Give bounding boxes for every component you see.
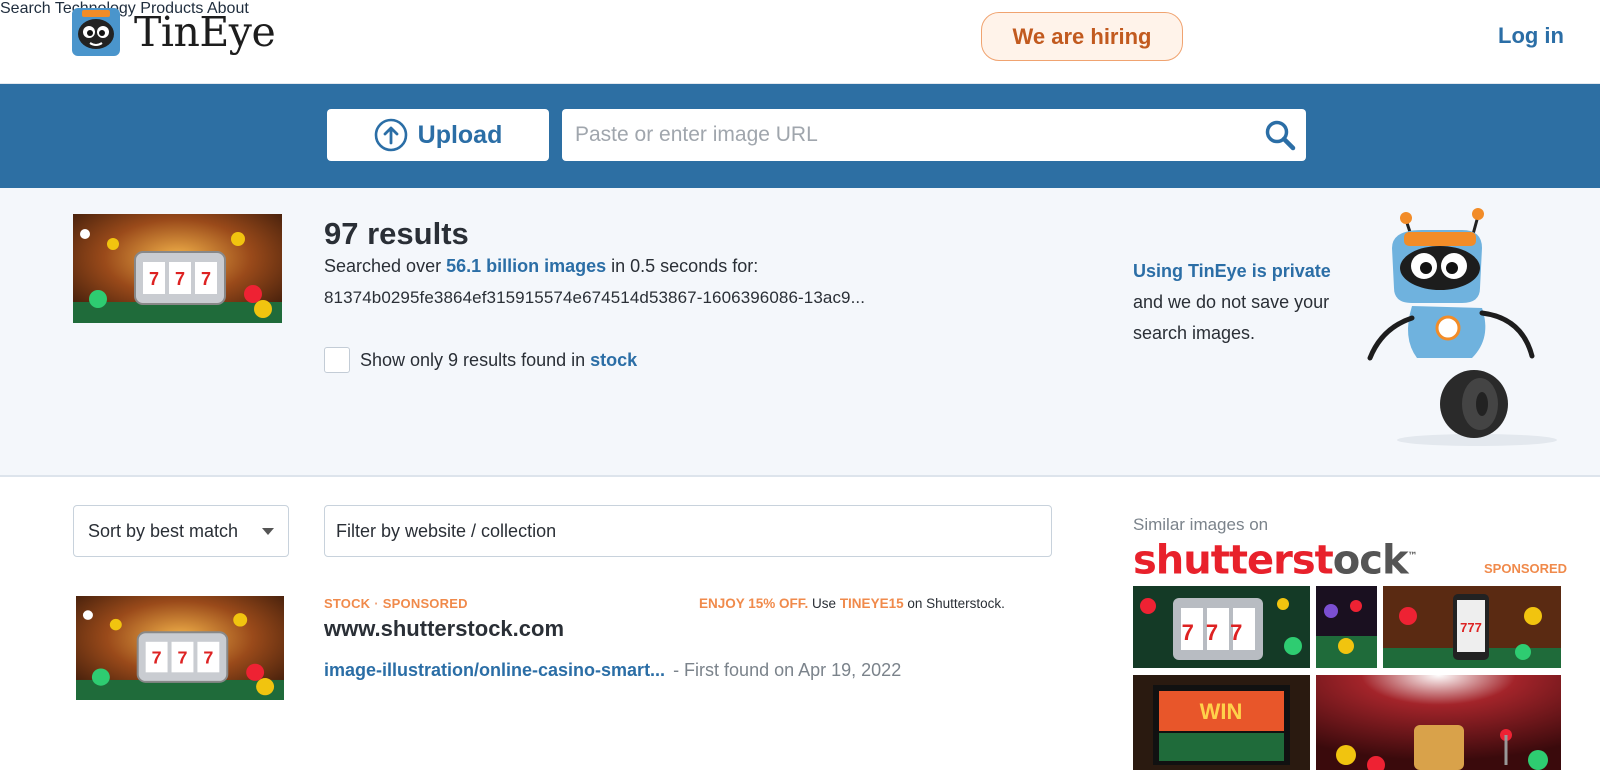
results-summary-panel: 7 7 7 97 results Searched over 56.1 bill… bbox=[0, 188, 1600, 477]
shutterstock-logo[interactable]: shutterstock™ bbox=[1133, 535, 1418, 582]
result-tags: STOCK · SPONSORED bbox=[324, 596, 468, 611]
similar-image-tile[interactable] bbox=[1316, 586, 1377, 668]
sort-select-value: Sort by best match bbox=[88, 520, 239, 541]
query-image-thumbnail[interactable]: 7 7 7 bbox=[73, 214, 282, 323]
first-found-date: - First found on Apr 19, 2022 bbox=[673, 660, 902, 680]
promo-text: ENJOY 15% OFF. Use TINEYE15 on Shutterst… bbox=[699, 596, 1005, 611]
similar-image-tile[interactable]: WIN bbox=[1133, 675, 1310, 770]
chevron-down-icon bbox=[262, 528, 274, 535]
site-header: TinEye Search Technology Products About … bbox=[0, 0, 1600, 84]
query-hash: 81374b0295fe3864ef315915574e674514d53867… bbox=[324, 288, 866, 307]
indexed-images-link[interactable]: 56.1 billion images bbox=[446, 256, 606, 276]
stock-link[interactable]: stock bbox=[590, 350, 637, 370]
similar-image-tile[interactable] bbox=[1316, 675, 1561, 770]
result-domain[interactable]: www.shutterstock.com bbox=[324, 616, 564, 642]
search-icon[interactable] bbox=[1264, 119, 1296, 151]
searched-over-line: Searched over 56.1 billion images in 0.5… bbox=[324, 256, 759, 276]
stock-filter-row: Show only 9 results found in stock bbox=[324, 347, 637, 373]
result-link[interactable]: image-illustration/online-casino-smart..… bbox=[324, 660, 665, 680]
similar-images-label: Similar images on bbox=[1133, 515, 1269, 534]
result-thumbnail[interactable]: 7 7 7 bbox=[76, 596, 284, 700]
tineye-logo[interactable]: TinEye bbox=[72, 8, 276, 56]
stock-tag: STOCK bbox=[324, 596, 371, 611]
upload-label: Upload bbox=[417, 120, 503, 149]
privacy-text: and we do not save your search images. bbox=[1133, 292, 1330, 343]
svg-text:7: 7 bbox=[201, 269, 211, 289]
result-link-row: image-illustration/online-casino-smart..… bbox=[324, 660, 901, 681]
brand-name: TinEye bbox=[134, 8, 276, 56]
url-search-box bbox=[562, 109, 1306, 161]
search-band: Upload bbox=[0, 84, 1600, 188]
similar-image-tile[interactable]: 777 bbox=[1133, 586, 1310, 668]
tineye-mascot-icon bbox=[1367, 208, 1557, 446]
svg-text:7: 7 bbox=[178, 648, 188, 668]
privacy-link[interactable]: Using TinEye is private bbox=[1133, 256, 1353, 287]
login-link[interactable]: Log in bbox=[1498, 23, 1564, 49]
filter-box bbox=[324, 505, 1052, 557]
svg-text:7: 7 bbox=[149, 269, 159, 289]
tineye-robot-logo-icon bbox=[72, 8, 120, 56]
result-count: 97 results bbox=[324, 216, 469, 251]
promo-code: TINEYE15 bbox=[839, 596, 904, 611]
we-are-hiring-button[interactable]: We are hiring bbox=[981, 12, 1183, 61]
upload-button[interactable]: Upload bbox=[327, 109, 549, 161]
stock-filter-label: Show only 9 results found in stock bbox=[360, 349, 638, 370]
tile-label: 777 bbox=[1182, 620, 1255, 645]
sponsored-tag: SPONSORED bbox=[382, 596, 468, 611]
svg-text:7: 7 bbox=[203, 648, 213, 668]
similar-image-tile[interactable]: 777 bbox=[1383, 586, 1561, 668]
privacy-note: Using TinEye is private and we do not sa… bbox=[1133, 256, 1353, 349]
upload-arrow-icon bbox=[374, 118, 407, 152]
svg-text:7: 7 bbox=[152, 648, 162, 668]
svg-text:7: 7 bbox=[175, 269, 185, 289]
sidebar-sponsored-label: SPONSORED bbox=[1484, 561, 1568, 576]
tile-label: 777 bbox=[1460, 620, 1482, 635]
sort-select[interactable]: Sort by best match bbox=[73, 505, 289, 557]
tile-label: WIN bbox=[1200, 699, 1243, 724]
filter-website-input[interactable] bbox=[325, 506, 1051, 556]
stock-only-checkbox[interactable] bbox=[324, 347, 350, 373]
nav-search[interactable]: Search bbox=[0, 0, 51, 17]
image-url-input[interactable] bbox=[562, 109, 1252, 161]
